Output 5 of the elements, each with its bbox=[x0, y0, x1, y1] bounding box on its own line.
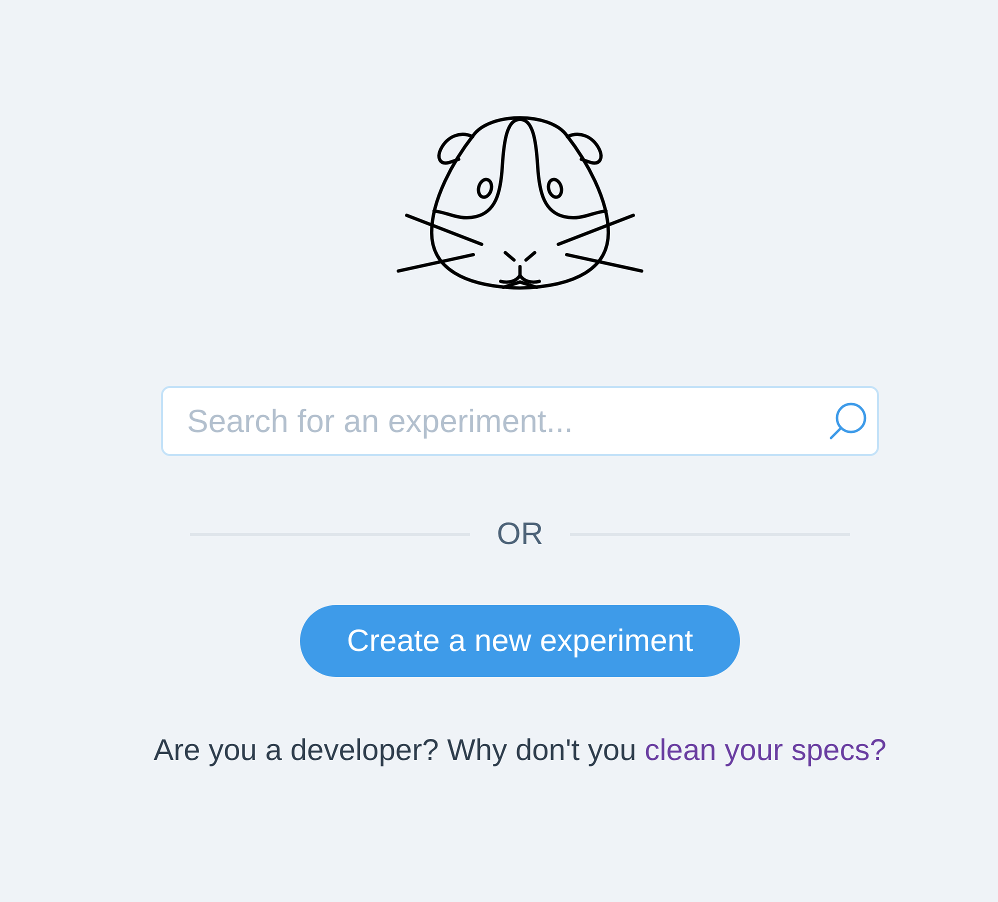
developer-prompt-text: Are you a developer? Why don't you clean your specs? bbox=[154, 733, 886, 769]
search-field[interactable]: Search for an experiment... bbox=[161, 386, 879, 456]
or-divider-label: OR bbox=[496, 516, 544, 552]
search-icon[interactable] bbox=[829, 402, 867, 440]
clean-specs-link[interactable]: clean your specs? bbox=[644, 734, 886, 767]
